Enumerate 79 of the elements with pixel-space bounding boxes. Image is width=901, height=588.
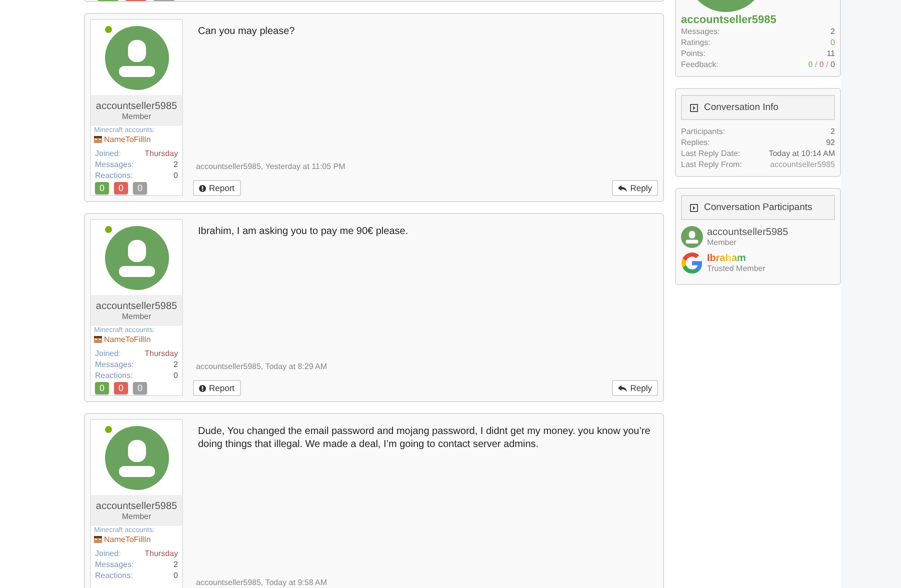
account-name[interactable]: NameToFillIn (104, 535, 151, 544)
participant-role: Trusted Member (707, 264, 766, 273)
report-button[interactable]: Report (193, 380, 241, 396)
reaction-count[interactable]: 0 (114, 382, 128, 394)
play-icon (690, 204, 698, 212)
reply-icon (618, 184, 628, 192)
stat-value: 0 / 0 / 0 (808, 59, 835, 70)
stat-label: Messages: (95, 559, 134, 570)
g-logo-icon (681, 252, 703, 274)
message-text: Dude, You changed the email password and mojang password, I didnt get my money. you know you’re doing things that illegal. We made a deal, I’m going to contact server admins. (197, 425, 652, 452)
message-text: Ibrahim, I am asking you to pay me 90€ please. (197, 225, 410, 239)
stat-value: 0 (174, 170, 178, 181)
stat-label: Reactions: (95, 370, 133, 381)
stat-value: 11 (826, 48, 835, 59)
stat-value: Thursday (144, 548, 178, 559)
avatar-icon (104, 26, 168, 90)
stat-value: Thursday (144, 148, 178, 159)
avatar-icon (104, 226, 168, 290)
stat-label: Messages: (95, 159, 134, 170)
stat-value: 2 (174, 559, 178, 570)
stat-value: 2 (174, 159, 178, 170)
post-meta: accountseller5985, Today at 9:58 AM (195, 578, 328, 588)
report-button[interactable]: Report (193, 180, 241, 196)
reaction-count[interactable]: 0 (95, 182, 109, 194)
post-meta: accountseller5985, Yesterday at 11:05 PM (195, 162, 346, 173)
stat-value: 0 (174, 570, 178, 581)
stat-label: Points: (681, 48, 706, 59)
reply-button[interactable]: Reply (612, 180, 658, 196)
section-title: Conversation Info (704, 102, 778, 113)
stat-value: Thursday (144, 348, 178, 359)
user-role: Member (122, 112, 152, 120)
reply-icon (618, 384, 628, 392)
participant-name[interactable]: accountseller5985 (707, 227, 788, 238)
info-label: Last Reply Date: (681, 148, 740, 159)
stat-label: Joined: (95, 548, 121, 559)
stat-label: Messages: (681, 26, 720, 37)
info-label: Last Reply From: (681, 159, 742, 170)
message-text: Can you may please? (197, 25, 296, 39)
stat-label: Reactions: (95, 570, 133, 581)
info-value: 92 (826, 137, 835, 148)
stat-label: Feedback: (681, 59, 718, 70)
stat-label: Reactions: (95, 170, 133, 181)
section-title: Conversation Participants (704, 202, 812, 213)
stat-label: Joined: (95, 348, 121, 359)
info-value: 2 (830, 126, 835, 137)
user-role: Member (122, 512, 152, 520)
player-head-icon (94, 136, 102, 143)
username[interactable]: accountseller5985 (96, 500, 178, 512)
username[interactable]: accountseller5985 (96, 300, 178, 312)
avatar-icon (681, 226, 703, 248)
player-head-icon (94, 536, 102, 543)
participant-role: Member (707, 238, 738, 247)
user-role: Member (122, 312, 152, 320)
exclamation-icon (199, 384, 206, 392)
account-name[interactable]: NameToFillIn (104, 335, 151, 344)
info-value: Today at 10:14 AM (768, 148, 835, 159)
reply-button[interactable]: Reply (612, 380, 658, 396)
stat-value: 2 (174, 359, 178, 370)
info-label: Replies: (681, 137, 710, 148)
reaction-count[interactable]: 0 (133, 182, 147, 194)
account-name[interactable]: NameToFillIn (104, 135, 151, 144)
post-meta: accountseller5985, Today at 8:29 AM (195, 362, 328, 373)
play-icon (690, 104, 698, 112)
username[interactable]: accountseller5985 (96, 100, 178, 112)
stat-value: 0 (174, 370, 178, 381)
reaction-count[interactable]: 0 (133, 382, 147, 394)
stat-label: Messages: (95, 359, 134, 370)
reaction-count[interactable]: 0 (114, 182, 128, 194)
reaction-count[interactable]: 0 (95, 382, 109, 394)
profile-name[interactable]: accountseller5985 (681, 14, 835, 26)
stat-value: 2 (830, 26, 835, 37)
player-head-icon (94, 336, 102, 343)
info-value: accountseller5985 (770, 159, 835, 170)
info-label: Participants: (681, 126, 726, 137)
avatar-icon (104, 426, 168, 490)
exclamation-icon (199, 184, 206, 192)
stat-label: Ratings: (681, 37, 710, 48)
stat-value: 0 (830, 37, 835, 48)
stat-label: Joined: (95, 148, 121, 159)
